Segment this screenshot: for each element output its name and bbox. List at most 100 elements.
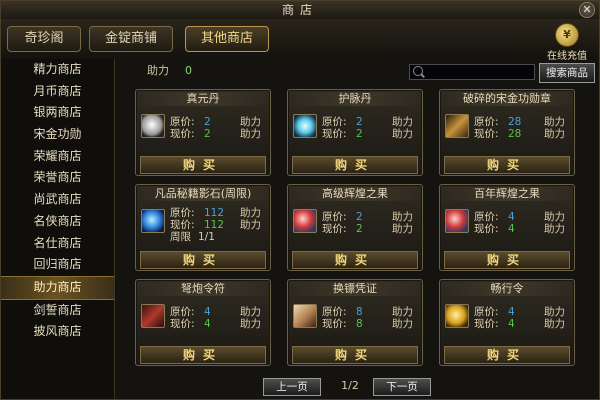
item-title: 破碎的宋金功勋章 <box>440 92 574 106</box>
sidebar-item[interactable]: 月币商店 <box>1 81 114 103</box>
red-fruit-icon[interactable] <box>293 209 317 233</box>
buy-button[interactable]: 购买 <box>444 346 570 364</box>
shop-main: 助力 0 搜索商品 真元丹 原价: 2 助力 现价: 2 助力 购买 护脉丹 原价: 2 助力 现价: 2… <box>117 59 599 399</box>
price-unit: 助力 <box>544 211 565 223</box>
current-price-label: 现价: <box>170 318 195 330</box>
item-card: 凡品秘籍影石(周限) 原价: 112 助力 现价: 112 助力 周限 1/1 购买 <box>135 184 271 271</box>
sidebar-item[interactable]: 剑誓商店 <box>1 300 114 322</box>
original-price-value: 4 <box>508 306 515 318</box>
gold-coin-icon: ¥ <box>555 23 579 47</box>
original-price-label: 原价: <box>170 116 195 128</box>
price-unit: 助力 <box>544 318 565 330</box>
glowing-orb-icon[interactable] <box>293 114 317 138</box>
current-price-label: 现价: <box>170 128 195 140</box>
gold-badge-icon[interactable] <box>445 304 469 328</box>
original-price-label: 原价: <box>322 116 347 128</box>
sidebar-item[interactable]: 名侠商店 <box>1 211 114 233</box>
sidebar-item[interactable]: 宋金功勋 <box>1 124 114 146</box>
original-price-label: 原价: <box>474 116 499 128</box>
buy-button[interactable]: 购买 <box>444 251 570 269</box>
tab-qizhenge[interactable]: 奇珍阁 <box>7 26 81 52</box>
shop-window: 商店 ✕ 奇珍阁 金锭商铺 其他商店 ¥ 在线充值 精力商店 月币商店 银两商店 宋金… <box>0 0 600 400</box>
sidebar-item[interactable]: 尚武商店 <box>1 189 114 211</box>
close-icon[interactable]: ✕ <box>579 2 595 18</box>
power-label: 助力 <box>147 64 169 77</box>
buy-button[interactable]: 购买 <box>292 251 418 269</box>
price-unit: 助力 <box>392 223 413 235</box>
item-card: 弩炮令符 原价: 4 助力 现价: 4 助力 购买 <box>135 279 271 366</box>
item-card: 破碎的宋金功勋章 原价: 28 助力 现价: 28 助力 购买 <box>439 89 575 176</box>
buy-button[interactable]: 购买 <box>140 156 266 174</box>
recharge-button[interactable]: ¥ 在线充值 <box>543 23 591 62</box>
price-unit: 助力 <box>544 128 565 140</box>
next-page-button[interactable]: 下一页 <box>373 378 431 396</box>
tab-jinding-shop[interactable]: 金锭商铺 <box>89 26 173 52</box>
item-title: 高级辉煌之果 <box>288 187 422 201</box>
original-price-label: 原价: <box>170 207 195 219</box>
sidebar-item[interactable]: 助力商店 <box>1 275 114 300</box>
current-price-value: 4 <box>204 318 211 330</box>
sidebar-item[interactable]: 荣耀商店 <box>1 146 114 168</box>
limit-label: 周限 <box>170 231 191 243</box>
original-price-value: 4 <box>204 306 211 318</box>
item-card: 真元丹 原价: 2 助力 现价: 2 助力 购买 <box>135 89 271 176</box>
blue-stone-icon[interactable] <box>141 209 165 233</box>
buy-button[interactable]: 购买 <box>444 156 570 174</box>
pager: 上一页 1/2 下一页 <box>117 375 599 397</box>
prev-page-button[interactable]: 上一页 <box>263 378 321 396</box>
item-grid: 真元丹 原价: 2 助力 现价: 2 助力 购买 护脉丹 原价: 2 助力 现价: 2 助力 购买 破碎的宋金功… <box>135 89 590 369</box>
sidebar-item[interactable]: 名仕商店 <box>1 233 114 255</box>
current-price-value: 2 <box>356 223 363 235</box>
sidebar-item[interactable]: 荣誉商店 <box>1 167 114 189</box>
original-price-label: 原价: <box>170 306 195 318</box>
item-title: 护脉丹 <box>288 92 422 106</box>
window-titlebar: 商店 ✕ <box>1 1 599 20</box>
current-price-label: 现价: <box>322 223 347 235</box>
current-price-label: 现价: <box>474 318 499 330</box>
scroll-icon[interactable] <box>293 304 317 328</box>
search-box[interactable] <box>409 64 535 80</box>
current-price-label: 现价: <box>322 318 347 330</box>
sidebar-item[interactable]: 回归商店 <box>1 254 114 276</box>
red-fruit-icon[interactable] <box>445 209 469 233</box>
item-card: 高级辉煌之果 原价: 2 助力 现价: 2 助力 购买 <box>287 184 423 271</box>
price-unit: 助力 <box>544 116 565 128</box>
search-icon <box>413 66 423 76</box>
sidebar-item[interactable]: 精力商店 <box>1 59 114 81</box>
page-indicator: 1/2 <box>341 379 359 392</box>
search-input[interactable] <box>426 65 531 79</box>
original-price-value: 2 <box>356 211 363 223</box>
current-price-value: 112 <box>204 219 225 231</box>
item-title: 凡品秘籍影石(周限) <box>136 187 270 201</box>
search-button[interactable]: 搜索商品 <box>539 63 595 83</box>
price-unit: 助力 <box>240 318 261 330</box>
price-unit: 助力 <box>240 207 261 219</box>
broken-medal-icon[interactable] <box>445 114 469 138</box>
current-price-value: 4 <box>508 318 515 330</box>
price-unit: 助力 <box>392 116 413 128</box>
original-price-value: 112 <box>204 207 225 219</box>
buy-button[interactable]: 购买 <box>292 156 418 174</box>
item-card: 百年辉煌之果 原价: 4 助力 现价: 4 助力 购买 <box>439 184 575 271</box>
price-unit: 助力 <box>392 306 413 318</box>
price-unit: 助力 <box>392 128 413 140</box>
item-title: 弩炮令符 <box>136 282 270 296</box>
power-value: 0 <box>185 64 192 77</box>
current-price-value: 8 <box>356 318 363 330</box>
buy-button[interactable]: 购买 <box>140 346 266 364</box>
token-icon[interactable] <box>141 304 165 328</box>
white-gem-icon[interactable] <box>141 114 165 138</box>
original-price-value: 28 <box>508 116 522 128</box>
original-price-label: 原价: <box>474 306 499 318</box>
price-unit: 助力 <box>240 116 261 128</box>
item-title: 换镖凭证 <box>288 282 422 296</box>
tab-other-shops[interactable]: 其他商店 <box>185 26 269 52</box>
sidebar-item[interactable]: 披风商店 <box>1 321 114 343</box>
buy-button[interactable]: 购买 <box>292 346 418 364</box>
current-price-value: 28 <box>508 128 522 140</box>
sidebar-item[interactable]: 银两商店 <box>1 102 114 124</box>
buy-button[interactable]: 购买 <box>140 251 266 269</box>
item-card: 换镖凭证 原价: 8 助力 现价: 8 助力 购买 <box>287 279 423 366</box>
item-title: 百年辉煌之果 <box>440 187 574 201</box>
original-price-value: 4 <box>508 211 515 223</box>
